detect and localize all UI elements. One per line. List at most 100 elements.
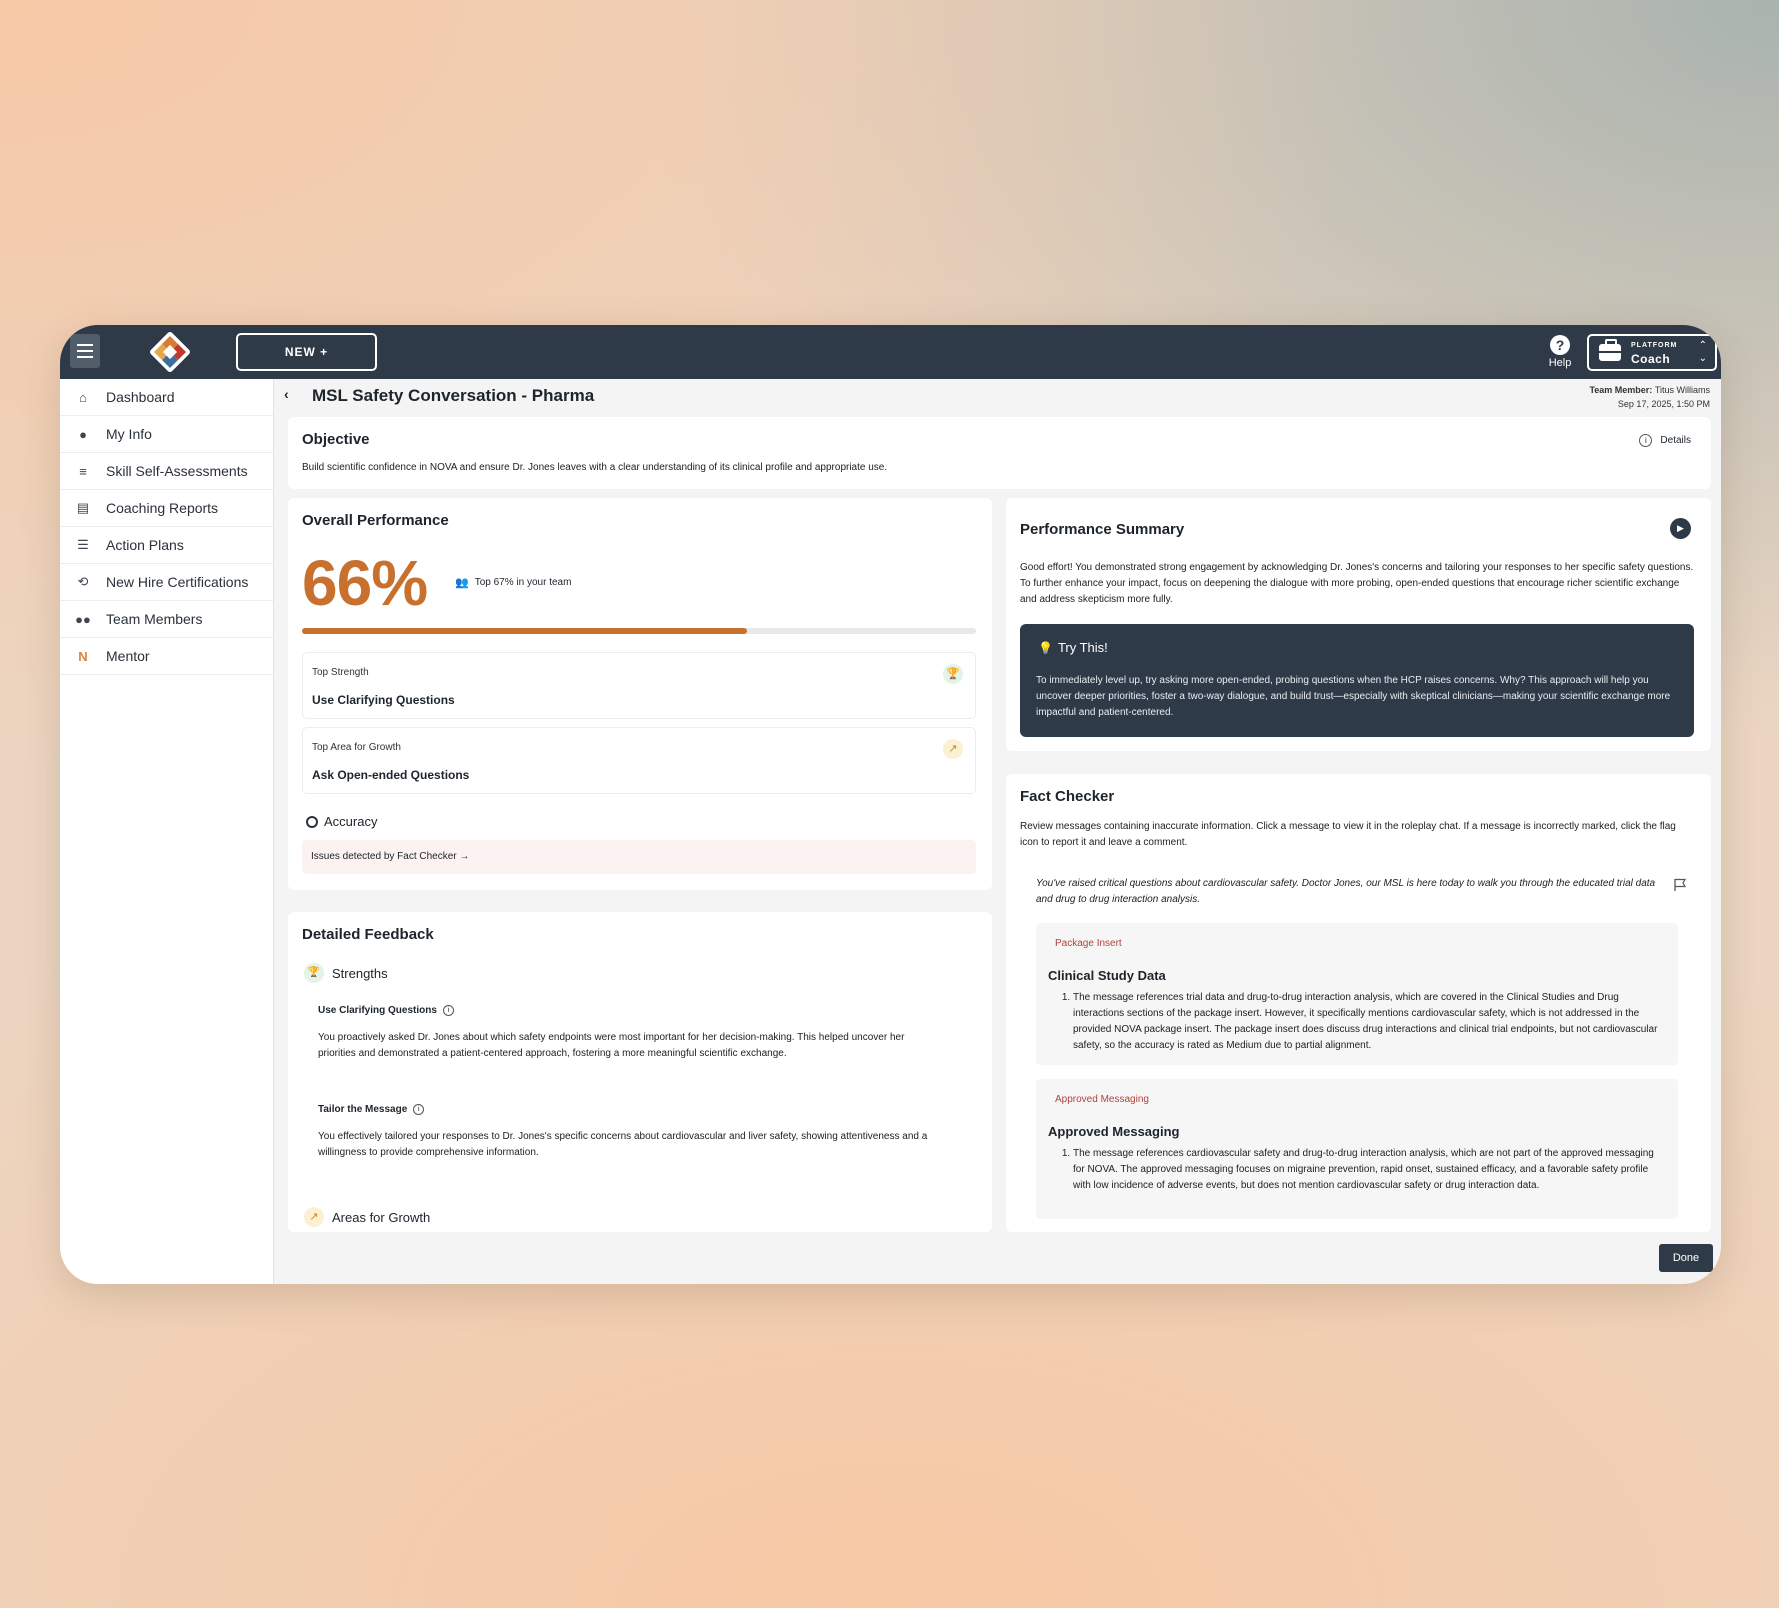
sidebar-item-coaching-reports[interactable]: ▤ Coaching Reports <box>60 490 273 527</box>
flagged-message[interactable]: You've raised critical questions about c… <box>1036 876 1666 908</box>
info-icon: i <box>1639 434 1653 447</box>
flag-icon[interactable] <box>1673 878 1687 892</box>
detailed-feedback-title: Detailed Feedback <box>302 926 434 943</box>
sidebar-item-label: Mentor <box>106 648 150 664</box>
done-button[interactable]: Done <box>1659 1244 1713 1272</box>
feedback-item-title-text: Tailor the Message <box>318 1104 408 1115</box>
performance-summary-card: Performance Summary ▶ Good effort! You d… <box>1006 498 1711 751</box>
team-icon: 👥 <box>455 577 469 589</box>
new-button[interactable]: NEW + <box>236 333 377 371</box>
trend-up-icon: ↗ <box>943 739 963 759</box>
performance-summary-title: Performance Summary <box>1020 521 1185 538</box>
user-icon: ● <box>79 426 87 442</box>
feedback-item-title: Use Clarifying Questions i <box>318 1005 938 1016</box>
sidebar-item-label: Action Plans <box>106 537 184 553</box>
report-icon: ▤ <box>76 500 90 515</box>
sidebar-item-label: My Info <box>106 426 152 442</box>
finding-text: The message references trial data and dr… <box>1073 990 1663 1054</box>
sidebar-item-skill-self-assessments[interactable]: ≡ Skill Self-Assessments <box>60 453 273 490</box>
sidebar-item-label: New Hire Certifications <box>106 574 249 590</box>
top-strength-value: Use Clarifying Questions <box>312 693 455 707</box>
finding-title: Approved Messaging <box>1048 1124 1180 1139</box>
accuracy-note: Issues detected by Fact Checker → <box>311 851 470 862</box>
fact-checker-intro: Review messages containing inaccurate in… <box>1020 821 1676 848</box>
feedback-item: Use Clarifying Questions i You proactivel… <box>318 1005 938 1062</box>
top-growth-value: Ask Open-ended Questions <box>312 768 470 782</box>
feedback-item: Tailor the Message i You effectively tail… <box>318 1104 938 1161</box>
sidebar-item-action-plans[interactable]: ☰ Action Plans <box>60 527 273 564</box>
mentor-logo-icon: N <box>78 648 88 664</box>
platform-label: PLATFORM <box>1631 342 1678 349</box>
sidebar-item-dashboard[interactable]: ⌂ Dashboard <box>60 379 273 416</box>
chevron-updown-icon: ⌃ ⌄ <box>1698 340 1707 364</box>
top-growth-card: Top Area for Growth Ask Open-ended Quest… <box>302 727 976 794</box>
play-icon[interactable]: ▶ <box>1670 518 1691 539</box>
top-strength-card: Top Strength Use Clarifying Questions 🏆 <box>302 652 976 719</box>
details-button[interactable]: i Details <box>1639 434 1691 447</box>
app-logo[interactable] <box>148 330 192 374</box>
top-bar: NEW + ? Help PLATFORM Coach ⌃ ⌄ <box>60 325 1721 379</box>
menu-icon[interactable] <box>70 334 100 368</box>
back-chevron-icon[interactable]: ‹ <box>284 386 289 402</box>
info-icon[interactable]: i <box>413 1104 425 1115</box>
feedback-item-text: You effectively tailored your responses … <box>318 1131 928 1158</box>
help-button[interactable]: ? Help <box>1544 335 1576 369</box>
sidebar-item-team-members[interactable]: ●● Team Members <box>60 601 273 638</box>
sidebar-item-new-hire-certifications[interactable]: ⟲ New Hire Certifications <box>60 564 273 601</box>
objective-text: Build scientific confidence in NOVA and … <box>302 462 888 473</box>
platform-value: Coach <box>1631 352 1671 366</box>
team-member-label: Team Member: <box>1589 385 1653 395</box>
lightbulb-icon: 💡 <box>1038 640 1053 655</box>
try-this-title: Try This! <box>1057 640 1108 655</box>
objective-title: Objective <box>302 431 370 448</box>
trophy-icon: 🏆 <box>304 963 324 983</box>
finding-text: The message references cardiovascular sa… <box>1073 1146 1663 1194</box>
cycle-icon: ⟲ <box>77 574 89 589</box>
info-icon[interactable]: i <box>442 1005 454 1016</box>
platform-switcher[interactable]: PLATFORM Coach ⌃ ⌄ <box>1587 334 1717 371</box>
performance-progress-fill <box>302 628 747 634</box>
crosshair-icon <box>306 815 318 828</box>
home-icon: ⌂ <box>79 389 87 405</box>
fact-checker-card: Fact Checker Review messages containing … <box>1006 774 1711 1232</box>
session-meta: Team Member: Titus Williams Sep 17, 2025… <box>1589 383 1710 411</box>
growth-heading: ↗ Areas for Growth <box>304 1207 430 1227</box>
accuracy-issues-link[interactable]: Issues detected by Fact Checker → <box>302 840 976 874</box>
sidebar-item-label: Dashboard <box>106 389 175 405</box>
fact-checker-title: Fact Checker <box>1020 788 1115 805</box>
finding-box: Approved Messaging Approved Messaging Th… <box>1036 1079 1678 1219</box>
feedback-item-title-text: Use Clarifying Questions <box>318 1005 437 1016</box>
performance-summary-text: Good effort! You demonstrated strong eng… <box>1020 562 1694 605</box>
accuracy-heading: Accuracy <box>306 814 377 829</box>
users-icon: ●● <box>75 611 91 627</box>
briefcase-icon <box>1599 339 1621 361</box>
trophy-icon: 🏆 <box>943 664 963 684</box>
help-icon: ? <box>1550 335 1570 355</box>
sliders-icon: ≡ <box>79 463 87 479</box>
performance-percent: 66% <box>302 547 428 619</box>
accuracy-title: Accuracy <box>324 814 378 829</box>
sidebar-item-label: Skill Self-Assessments <box>106 463 248 479</box>
finding-tag: Approved Messaging <box>1055 1094 1149 1105</box>
finding-tag: Package Insert <box>1055 938 1122 949</box>
try-this-text: To immediately level up, try asking more… <box>1036 675 1671 718</box>
session-date: Sep 17, 2025, 1:50 PM <box>1617 399 1710 409</box>
growth-title: Areas for Growth <box>332 1209 431 1225</box>
objective-card: Objective Build scientific confidence in… <box>288 417 1711 489</box>
page-title: MSL Safety Conversation - Pharma <box>312 386 595 405</box>
app-window: NEW + ? Help PLATFORM Coach ⌃ ⌄ ⌂ Dashboar… <box>60 325 1721 1284</box>
sidebar-item-label: Coaching Reports <box>106 500 219 516</box>
overall-performance-card: Overall Performance 66% 👥 Top 67% in you… <box>288 498 992 890</box>
overall-performance-title: Overall Performance <box>302 512 449 529</box>
team-rank: 👥 Top 67% in your team <box>455 576 571 589</box>
sidebar-item-mentor[interactable]: N Mentor <box>60 638 273 675</box>
help-label: Help <box>1548 357 1572 369</box>
try-this-panel: 💡 Try This! To immediately level up, try… <box>1020 624 1694 737</box>
strengths-heading: 🏆 Strengths <box>304 963 388 983</box>
feedback-item-title: Tailor the Message i <box>318 1104 938 1115</box>
strengths-title: Strengths <box>332 965 388 981</box>
team-member-name: Titus Williams <box>1654 385 1710 395</box>
sidebar-item-my-info[interactable]: ● My Info <box>60 416 273 453</box>
finding-box: Package Insert Clinical Study Data The m… <box>1036 923 1678 1065</box>
finding-title: Clinical Study Data <box>1048 968 1166 983</box>
